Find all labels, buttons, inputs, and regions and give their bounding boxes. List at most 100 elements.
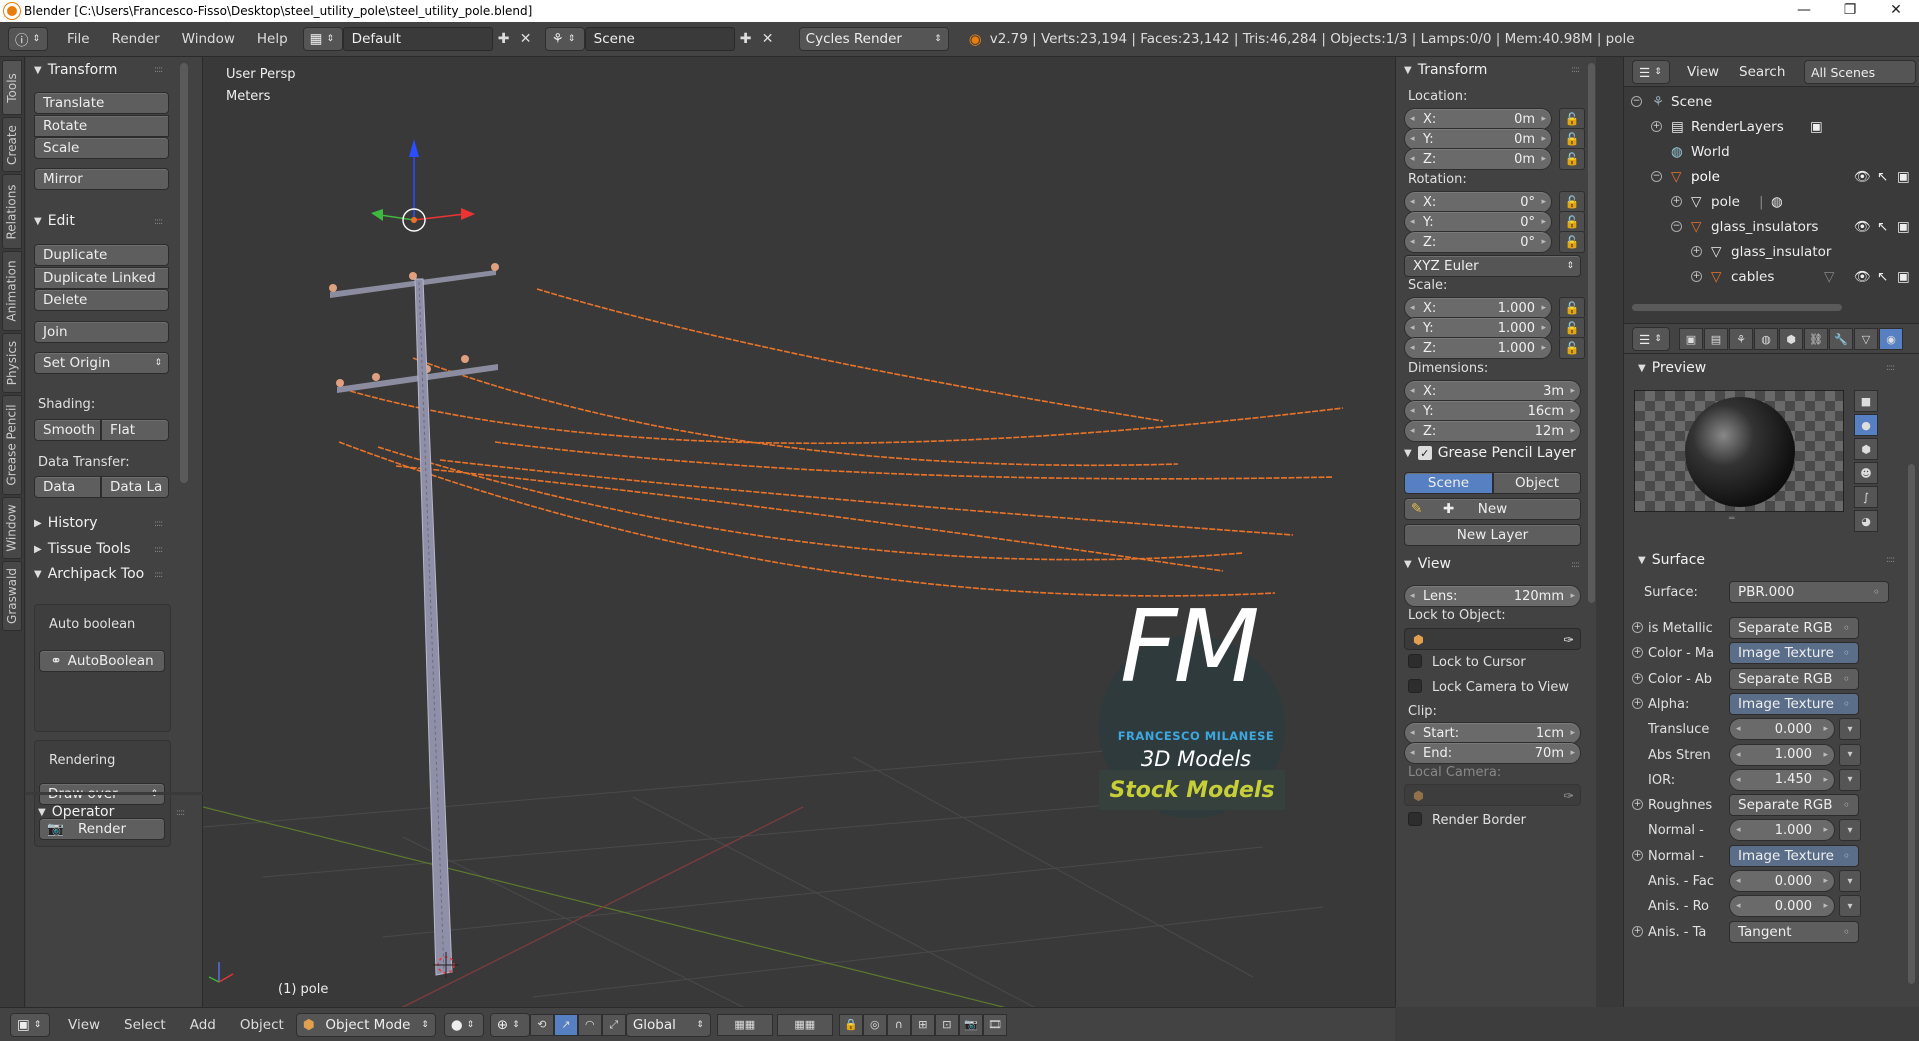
orientation-dropdown[interactable]: Global ⇕ [625,1012,711,1037]
translate-button[interactable]: Translate [34,92,169,114]
location-y-field[interactable]: Y:0m [1404,128,1552,150]
socket-expand-icon[interactable]: + [1632,697,1643,709]
rotation-y-field[interactable]: Y:0° [1404,211,1552,233]
manipulator-toggle-icon[interactable]: ⟲ [529,1013,554,1036]
collapse-icon[interactable]: − [1671,221,1682,232]
mode-dropdown[interactable]: ⬢ Object Mode ⇕ [295,1012,436,1037]
lens-field[interactable]: Lens:120mm [1404,585,1581,607]
rotate-button[interactable]: Rotate [34,115,169,137]
drag-grip-icon[interactable]: :::: [1886,363,1895,373]
constraints-tab-icon[interactable]: ⛓ [1804,328,1828,350]
gp-new-layer-button[interactable]: New Layer [1404,524,1581,546]
drag-grip-icon[interactable]: :::: [176,808,185,818]
scale-manipulator-icon[interactable]: ⤢ [601,1013,626,1036]
lock-cursor-checkbox[interactable] [1408,654,1422,668]
eye-icon[interactable]: 👁 [1854,169,1871,185]
drag-grip-icon[interactable]: :::: [1571,65,1580,75]
scene-field[interactable]: Scene [584,27,735,51]
proportional-editing-icon[interactable]: ◎ [862,1013,887,1036]
clip-start-field[interactable]: Start:1cm [1404,722,1581,744]
cursor-select-icon[interactable]: ↖ [1877,169,1888,185]
preview-header[interactable]: ▼ Preview [1638,358,1706,378]
tab-animation[interactable]: Animation [2,251,22,331]
add-layout-icon[interactable]: ✚ [493,28,515,50]
shading-dropdown[interactable]: ● ⇕ [443,1012,484,1037]
history-panel-header[interactable]: ▶ History [34,513,98,533]
renderlayers-tab-icon[interactable]: ▤ [1704,328,1728,350]
expand-icon[interactable]: + [1671,196,1682,207]
close-window-button[interactable]: ✕ [1873,0,1919,22]
dimension-z-field[interactable]: Z:12m [1404,420,1581,442]
outliner-view-menu[interactable]: View [1687,64,1719,80]
properties-editor-selector[interactable]: ☰ ⇕ [1632,327,1670,351]
drag-grip-icon[interactable]: :::: [154,519,163,529]
view-header[interactable]: ▼ View [1404,554,1451,574]
tissue-tools-header[interactable]: ▶ Tissue Tools [34,539,131,559]
toolshelf-scrollbar[interactable] [180,63,188,483]
menu-window[interactable]: Window [171,31,246,47]
remove-scene-icon[interactable]: ✕ [757,28,779,50]
add-scene-icon[interactable]: ✚ [735,28,757,50]
3d-viewport[interactable]: User Persp Meters (1) pole FM FRANCESCO … [203,57,1395,1007]
flat-button[interactable]: Flat [101,419,169,441]
outliner-row-renderlayers[interactable]: + ▤ RenderLayers ▣ [1624,114,1919,139]
transform-panel-header[interactable]: ▼ Transform [34,60,117,80]
expand-icon[interactable]: + [1691,271,1702,282]
layers-row2-icon[interactable]: ▦▦ [776,1013,833,1036]
surface-input-value-field[interactable]: 0.000 [1729,870,1835,892]
preview-monkey-icon[interactable]: ☻ [1854,462,1878,484]
socket-expand-icon[interactable]: + [1632,672,1643,684]
render-engine-dropdown[interactable]: Cycles Render ⇕ [798,27,949,51]
outliner-row-glass-insulator[interactable]: + ▽ glass_insulator [1624,239,1919,264]
mirror-button[interactable]: Mirror [34,168,169,190]
surface-input-value-field[interactable]: 1.000 [1729,819,1835,842]
lock-icon[interactable]: 🔓 [1559,191,1585,213]
properties-scrollbar[interactable] [1908,464,1915,984]
snap-element-icon[interactable]: ⊞ [910,1013,935,1036]
data-layout-button[interactable]: Data La [101,476,169,498]
grease-pencil-header[interactable]: ▼ ✓ Grease Pencil Layer [1404,443,1594,463]
dimension-y-field[interactable]: Y:16cm [1404,400,1581,422]
location-x-field[interactable]: X:0m [1404,108,1552,130]
data-transfer-button[interactable]: Data [34,476,101,498]
modifiers-tab-icon[interactable]: 🔧 [1829,328,1853,350]
cursor-select-icon[interactable]: ↖ [1877,269,1888,285]
opengl-render-icon[interactable]: 📷 [958,1013,983,1036]
material-tab-icon[interactable]: ◉ [1879,328,1903,350]
surface-input-link-dropdown[interactable]: Separate RGB [1729,667,1859,690]
camera-render-icon[interactable]: ▣ [1897,219,1910,235]
outliner-search-menu[interactable]: Search [1739,64,1785,80]
outliner-row-scene[interactable]: − ⚘ Scene [1624,89,1919,114]
join-button[interactable]: Join [34,321,169,343]
lock-icon[interactable]: 🔓 [1559,148,1585,170]
render-tab-icon[interactable]: ▣ [1679,328,1703,350]
tab-tools[interactable]: Tools [2,60,22,115]
lock-icon[interactable]: 🔓 [1559,231,1585,253]
delete-button[interactable]: Delete [34,289,169,311]
outliner-row-world[interactable]: ◍ World [1624,139,1919,164]
surface-input-link-dropdown[interactable]: Separate RGB [1729,794,1859,817]
surface-header[interactable]: ▼ Surface [1638,550,1705,570]
preview-hair-icon[interactable]: ∫ [1854,486,1878,508]
transform-gizmo[interactable] [371,139,475,232]
viewport-editor-selector[interactable]: ▣ ⇕ [10,1012,50,1037]
menu-add[interactable]: Add [182,1017,224,1033]
screen-layout-selector[interactable]: ▦ ⇕ [302,27,343,51]
pole-crossarms[interactable] [329,263,499,393]
menu-file[interactable]: File [56,31,101,47]
tab-create[interactable]: Create [2,117,22,172]
preview-world-icon[interactable]: ◕ [1854,510,1878,532]
surface-shader-dropdown[interactable]: PBR.000 [1729,581,1889,603]
layer-lock-icon[interactable]: 🔒 [838,1013,863,1036]
socket-expand-icon[interactable]: + [1632,925,1643,937]
tab-physics[interactable]: Physics [2,333,22,393]
menu-help[interactable]: Help [246,31,299,47]
preview-flat-icon[interactable]: ■ [1854,390,1878,412]
surface-input-link-dropdown[interactable]: Image Texture [1729,844,1859,867]
translate-manipulator-icon[interactable]: ↗ [553,1013,578,1036]
snap-target-icon[interactable]: ⊡ [934,1013,959,1036]
preview-cube-icon[interactable]: ⬢ [1854,438,1878,460]
outliner-row-glass-insulators[interactable]: − ▽ glass_insulators 👁 ↖ ▣ [1624,214,1919,239]
tab-window[interactable]: Window [2,497,22,559]
drag-grip-icon[interactable]: :::: [154,65,163,75]
